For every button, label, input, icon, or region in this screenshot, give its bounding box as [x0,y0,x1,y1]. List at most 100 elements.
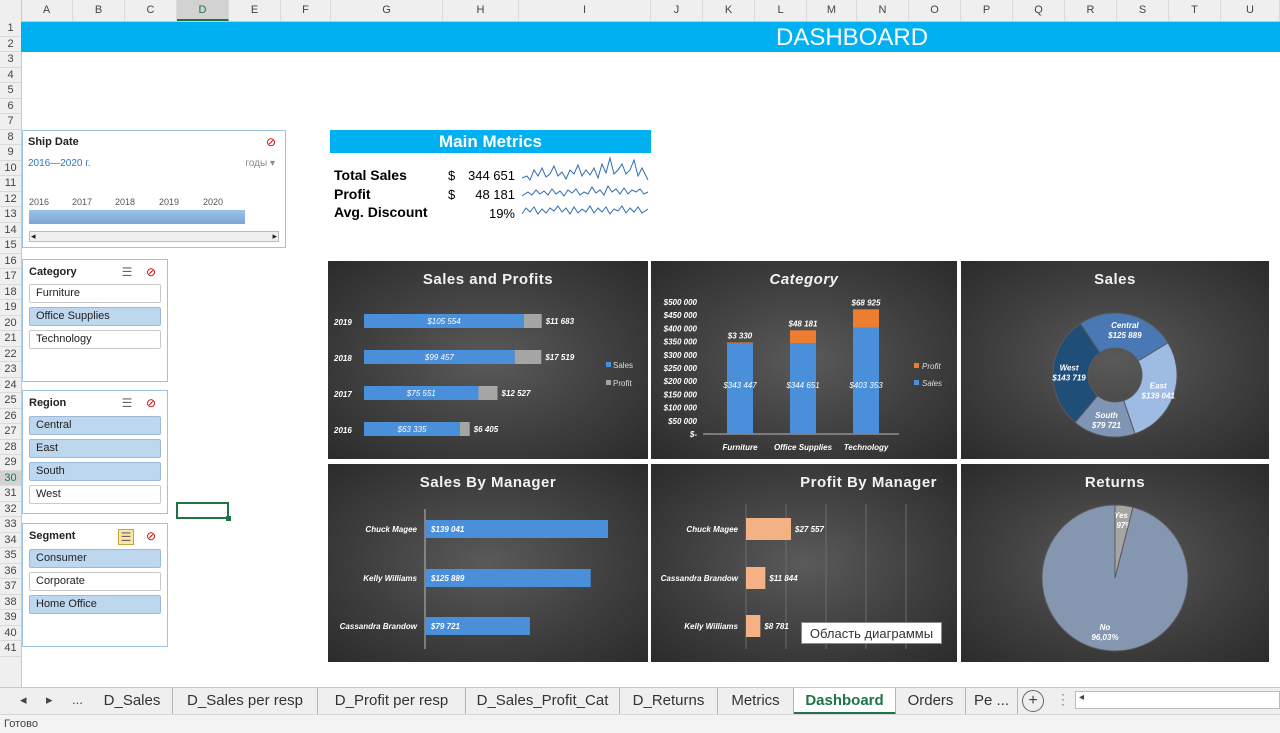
horizontal-scrollbar[interactable]: ◂ [1075,691,1280,709]
slicer-item-furniture[interactable]: Furniture [29,284,161,303]
slicer-item-technology[interactable]: Technology [29,330,161,349]
sheet-tab[interactable]: D_Sales_Profit_Cat [466,688,620,715]
row-header[interactable]: 10 [0,161,21,176]
active-cell[interactable] [176,502,231,521]
row-header[interactable]: 17 [0,269,21,285]
tab-splitter-icon[interactable]: ⋮ [1056,691,1070,708]
sheet-tab[interactable]: Pe ... [966,688,1018,715]
column-header[interactable]: I [519,0,651,21]
multi-select-icon[interactable]: ☰ [120,265,134,279]
slicer-item-office-supplies[interactable]: Office Supplies [29,307,161,326]
scroll-left-icon[interactable]: ◂ [1079,692,1084,703]
row-header[interactable]: 9 [0,145,21,161]
sales-profits-chart[interactable]: Sales and Profits 2019 $105 554 $11 683 201… [328,261,648,459]
row-header[interactable]: 37 [0,579,21,595]
slicer-item-east[interactable]: East [29,439,161,458]
sheet-tab[interactable]: Orders [896,688,966,715]
next-sheet-icon[interactable]: ▸ [46,692,53,708]
clear-filter-icon[interactable]: ⊘ [144,265,158,279]
multi-select-icon[interactable]: ☰ [120,396,134,410]
column-header[interactable]: S [1117,0,1169,21]
column-header[interactable]: L [755,0,807,21]
timeline-selection-bar[interactable] [29,210,245,224]
timeline-level-dropdown[interactable]: годы ▾ [245,158,275,169]
returns-chart[interactable]: Returns Yes 3,97% No 96,03% [961,464,1269,662]
column-header[interactable]: N [857,0,909,21]
row-header[interactable]: 16 [0,254,21,269]
row-header[interactable]: 20 [0,316,21,331]
row-header[interactable]: 28 [0,440,21,455]
row-header[interactable]: 29 [0,455,21,471]
multi-select-icon[interactable]: ☰ [118,529,134,545]
sheet-tab[interactable]: D_Sales per resp [173,688,318,715]
row-header[interactable]: 15 [0,238,21,254]
column-header[interactable]: M [807,0,857,21]
row-header[interactable]: 41 [0,641,21,657]
sheet-tab[interactable]: Dashboard [794,688,896,715]
row-header[interactable]: 32 [0,502,21,517]
column-header[interactable]: P [961,0,1013,21]
column-header[interactable]: H [443,0,519,21]
row-header[interactable]: 38 [0,595,21,610]
row-header[interactable]: 3 [0,52,21,68]
column-header[interactable]: T [1169,0,1221,21]
row-header[interactable]: 34 [0,533,21,548]
scroll-left-icon[interactable]: ◂ [31,231,36,242]
scroll-right-icon[interactable]: ▸ [272,231,277,242]
row-header[interactable]: 18 [0,285,21,300]
row-header[interactable]: 33 [0,517,21,533]
column-header[interactable]: E [229,0,281,21]
row-header[interactable]: 8 [0,130,21,145]
row-header[interactable]: 39 [0,610,21,626]
add-sheet-icon[interactable]: + [1022,690,1044,712]
sales-by-manager-chart[interactable]: Sales By Manager Chuck Magee $139 041 Kell… [328,464,648,662]
row-header[interactable]: 31 [0,486,21,502]
row-header[interactable]: 4 [0,68,21,83]
row-header[interactable]: 36 [0,564,21,579]
row-header[interactable]: 6 [0,99,21,114]
row-header[interactable]: 13 [0,207,21,223]
slicer-item-west[interactable]: West [29,485,161,504]
clear-filter-icon[interactable]: ⊘ [266,135,276,149]
row-header[interactable]: 25 [0,393,21,409]
column-header[interactable]: D [177,0,229,21]
category-chart[interactable]: Category $500 000 $450 000 $400 000 $350 00… [651,261,957,459]
row-header[interactable]: 12 [0,192,21,207]
slicer-item-central[interactable]: Central [29,416,161,435]
sheet-tab[interactable]: D_Profit per resp [318,688,466,715]
more-sheets-left[interactable]: ... [72,692,83,707]
ship-date-timeline[interactable]: Ship Date ⊘ 2016—2020 г. годы ▾ 2016 201… [22,130,286,248]
column-header[interactable]: G [331,0,443,21]
row-header[interactable]: 11 [0,176,21,192]
row-header[interactable]: 23 [0,362,21,378]
sheet-tab[interactable]: Metrics [718,688,794,715]
row-header[interactable]: 27 [0,424,21,440]
clear-filter-icon[interactable]: ⊘ [144,529,158,543]
column-header[interactable]: B [73,0,125,21]
column-header[interactable]: U [1221,0,1280,21]
sheet-tab[interactable]: D_Returns [620,688,718,715]
row-header[interactable]: 21 [0,331,21,347]
prev-sheet-icon[interactable]: ◂ [20,692,27,708]
column-header[interactable]: C [125,0,177,21]
row-header[interactable]: 5 [0,83,21,99]
slicer-item-corporate[interactable]: Corporate [29,572,161,591]
row-header[interactable]: 40 [0,626,21,641]
row-header[interactable]: 7 [0,114,21,130]
sheet-tab[interactable]: D_Sales [92,688,173,715]
row-header[interactable]: 1 [0,21,21,37]
row-header[interactable]: 2 [0,37,21,52]
row-header[interactable]: 35 [0,548,21,564]
column-header[interactable]: R [1065,0,1117,21]
slicer-item-south[interactable]: South [29,462,161,481]
timeline-scrollbar[interactable]: ◂ ▸ [29,231,279,242]
row-header[interactable]: 30 [0,470,21,486]
row-header[interactable]: 22 [0,347,21,362]
column-header[interactable]: K [703,0,755,21]
row-header[interactable]: 14 [0,223,21,238]
clear-filter-icon[interactable]: ⊘ [144,396,158,410]
row-header[interactable]: 24 [0,378,21,393]
column-header[interactable]: O [909,0,961,21]
column-header[interactable]: A [21,0,73,21]
slicer-item-home-office[interactable]: Home Office [29,595,161,614]
